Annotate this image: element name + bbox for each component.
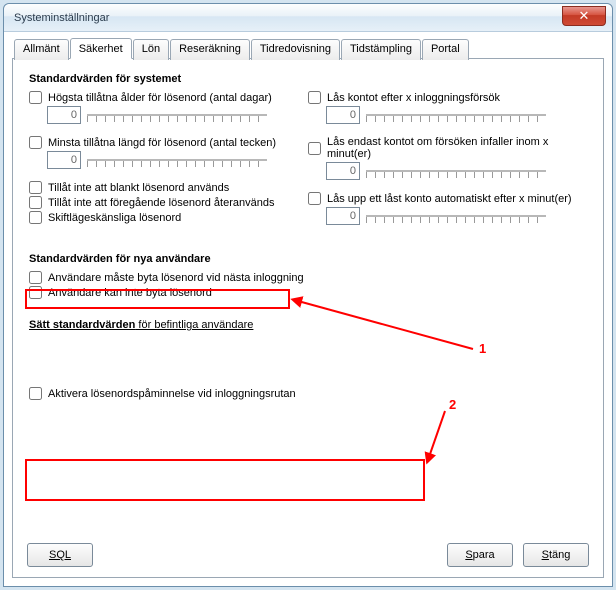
val-max-password-age[interactable] bbox=[47, 106, 81, 124]
close-button[interactable]: ✕ bbox=[562, 6, 606, 26]
val-min-password-length[interactable] bbox=[47, 151, 81, 169]
chk-disallow-reuse-password[interactable] bbox=[29, 196, 42, 209]
client-area: Allmänt Säkerhet Lön Reseräkning Tidredo… bbox=[12, 38, 604, 578]
lbl-disallow-reuse-password: Tillåt inte att föregående lösenord åter… bbox=[48, 197, 274, 209]
close-dialog-button[interactable]: Stäng bbox=[523, 543, 589, 567]
chk-max-password-age[interactable] bbox=[29, 91, 42, 104]
title-bar: Systeminställningar ✕ bbox=[4, 4, 612, 32]
chk-enable-password-reminder[interactable] bbox=[29, 387, 42, 400]
tab-tidredovisning[interactable]: Tidredovisning bbox=[251, 39, 340, 60]
lbl-must-change-next-login: Användare måste byta lösenord vid nästa … bbox=[48, 272, 304, 284]
link-set-defaults-rest: för befintliga användare bbox=[135, 319, 253, 331]
tab-allmant[interactable]: Allmänt bbox=[14, 39, 69, 60]
slider-lock-within-minutes[interactable] bbox=[366, 163, 546, 179]
window-title: Systeminställningar bbox=[14, 12, 109, 24]
save-button-rest: para bbox=[473, 549, 495, 561]
sql-button[interactable]: SQL bbox=[27, 543, 93, 567]
dialog-footer: SQL Spara Stäng bbox=[27, 543, 589, 567]
tab-page-sakerhet: Standardvärden för systemet Högsta tillå… bbox=[12, 58, 604, 578]
dialog-window: Systeminställningar ✕ Allmänt Säkerhet L… bbox=[3, 3, 613, 587]
chk-cannot-change-password[interactable] bbox=[29, 286, 42, 299]
chk-must-change-next-login[interactable] bbox=[29, 271, 42, 284]
lbl-min-password-length: Minsta tillåtna längd för lösenord (anta… bbox=[48, 137, 276, 149]
lbl-disallow-blank-password: Tillåt inte att blankt lösenord används bbox=[48, 182, 229, 194]
lbl-case-sensitive-passwords: Skiftlägeskänsliga lösenord bbox=[48, 212, 181, 224]
close-button-rest: täng bbox=[549, 549, 570, 561]
lbl-auto-unlock-minutes: Lås upp ett låst konto automatiskt efter… bbox=[327, 193, 572, 205]
chk-min-password-length[interactable] bbox=[29, 136, 42, 149]
annotation-label-2: 2 bbox=[449, 397, 456, 412]
chk-lock-within-minutes[interactable] bbox=[308, 142, 321, 155]
link-set-defaults-existing[interactable]: Sätt standardvärden för befintliga använ… bbox=[29, 319, 587, 331]
chk-lock-after-attempts[interactable] bbox=[308, 91, 321, 104]
lbl-lock-within-minutes: Lås endast kontot om försöken infaller i… bbox=[327, 136, 587, 160]
lbl-max-password-age: Högsta tillåtna ålder för lösenord (anta… bbox=[48, 92, 272, 104]
tab-strip: Allmänt Säkerhet Lön Reseräkning Tidredo… bbox=[14, 38, 604, 59]
save-button[interactable]: Spara bbox=[447, 543, 513, 567]
link-set-defaults-bold: Sätt standardvärden bbox=[29, 319, 135, 331]
tab-tidstampling[interactable]: Tidstämpling bbox=[341, 39, 421, 60]
lbl-lock-after-attempts: Lås kontot efter x inloggningsförsök bbox=[327, 92, 500, 104]
val-auto-unlock-minutes[interactable] bbox=[326, 207, 360, 225]
chk-disallow-blank-password[interactable] bbox=[29, 181, 42, 194]
slider-max-password-age[interactable] bbox=[87, 107, 267, 123]
annotation-box-2 bbox=[25, 459, 425, 501]
val-lock-after-attempts[interactable] bbox=[326, 106, 360, 124]
tab-portal[interactable]: Portal bbox=[422, 39, 469, 60]
lbl-cannot-change-password: Användare kan inte byta lösenord bbox=[48, 287, 212, 299]
tab-reserakning[interactable]: Reseräkning bbox=[170, 39, 250, 60]
slider-min-password-length[interactable] bbox=[87, 152, 267, 168]
chk-auto-unlock-minutes[interactable] bbox=[308, 192, 321, 205]
tab-sakerhet[interactable]: Säkerhet bbox=[70, 38, 132, 59]
slider-auto-unlock-minutes[interactable] bbox=[366, 208, 546, 224]
val-lock-within-minutes[interactable] bbox=[326, 162, 360, 180]
close-icon: ✕ bbox=[579, 8, 590, 23]
slider-lock-after-attempts[interactable] bbox=[366, 107, 546, 123]
section-system-defaults: Standardvärden för systemet bbox=[29, 73, 587, 85]
tab-lon[interactable]: Lön bbox=[133, 39, 169, 60]
chk-case-sensitive-passwords[interactable] bbox=[29, 211, 42, 224]
section-new-user-defaults: Standardvärden för nya användare bbox=[29, 253, 587, 265]
annotation-label-1: 1 bbox=[479, 341, 486, 356]
lbl-enable-password-reminder: Aktivera lösenordspåminnelse vid inloggn… bbox=[48, 388, 296, 400]
